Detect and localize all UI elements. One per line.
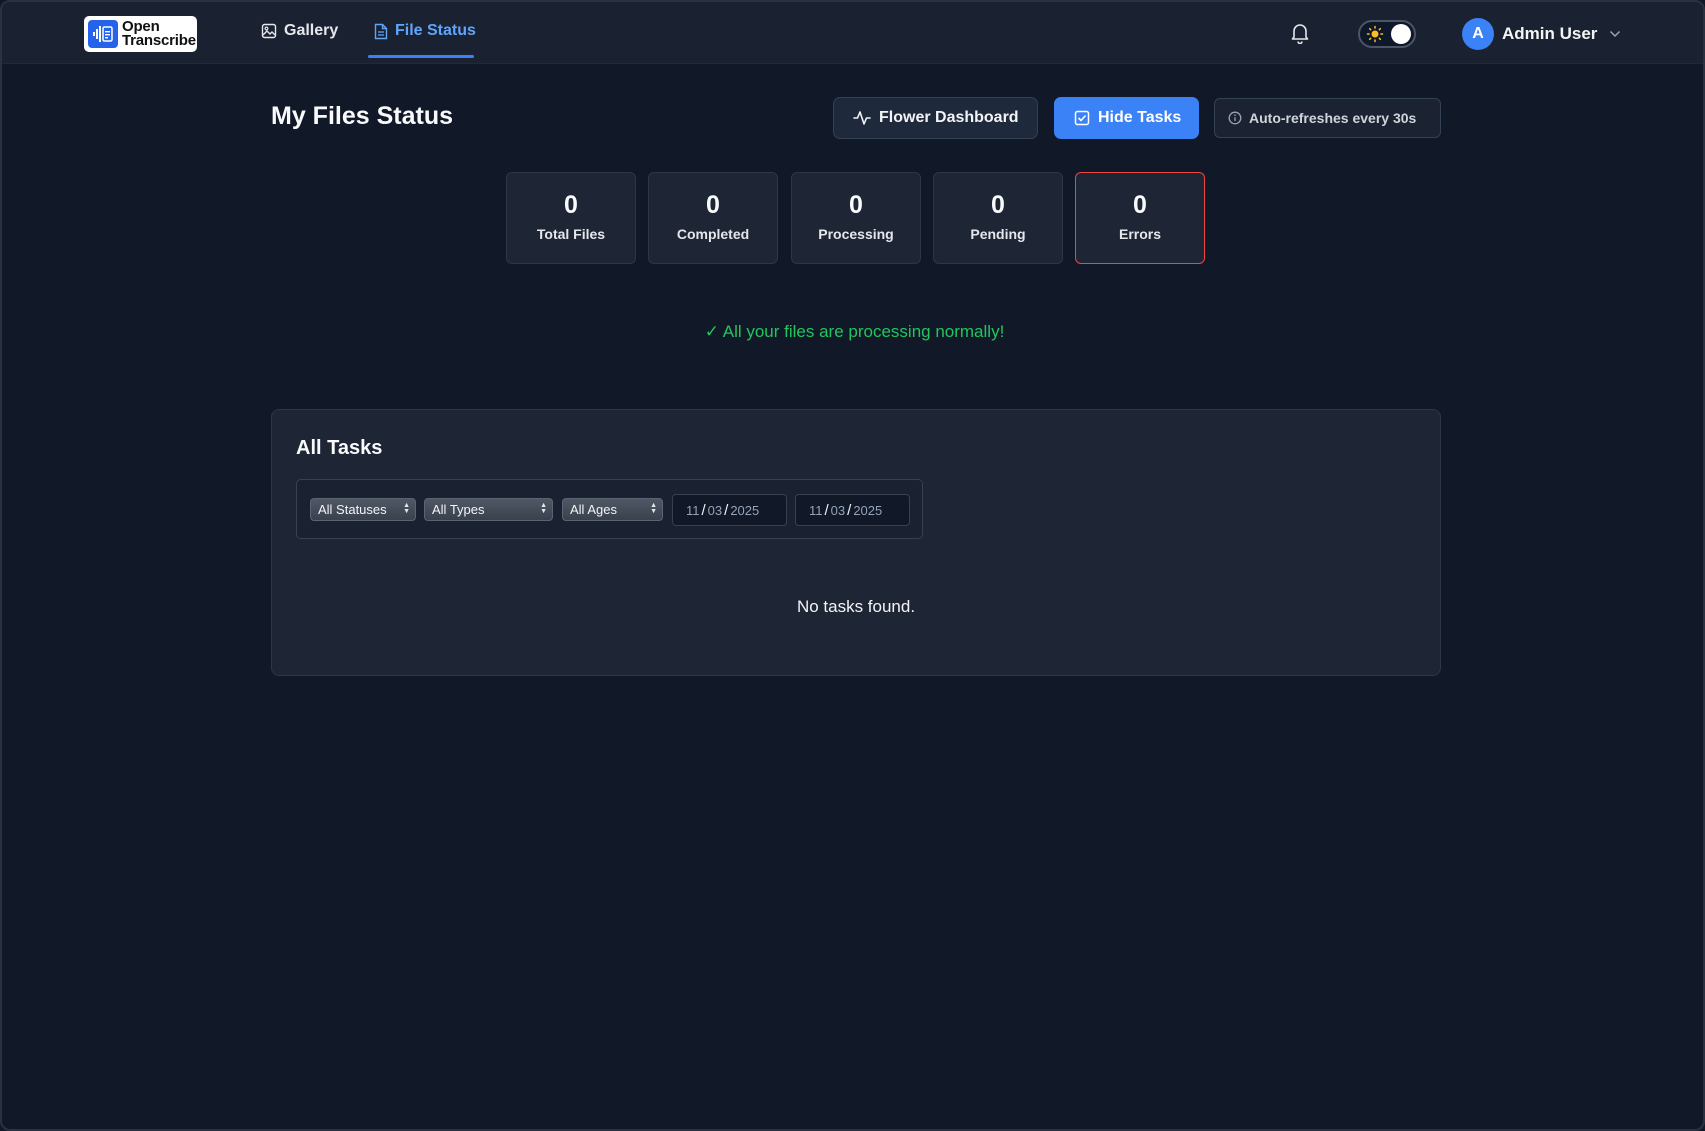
stat-value: 0 [564, 191, 578, 219]
avatar: A [1462, 18, 1494, 50]
app-window: Open Transcribe Gallery File Status A Ad… [0, 0, 1705, 1131]
page-title: My Files Status [271, 102, 453, 130]
info-icon [1228, 111, 1242, 125]
checkbox-icon [1074, 110, 1090, 126]
date-to-day: 03 [830, 502, 846, 518]
type-filter-select[interactable]: All Types ▲ ▼ [424, 498, 553, 521]
hide-tasks-button[interactable]: Hide Tasks [1054, 97, 1199, 139]
select-arrows-icon: ▲ ▼ [540, 502, 547, 515]
date-from-month: 11 [686, 502, 700, 518]
stat-label: Total Files [536, 226, 606, 242]
stat-value: 0 [706, 191, 720, 219]
select-arrows-icon: ▲ ▼ [403, 502, 410, 515]
tasks-panel: All Tasks All Statuses ▲ ▼ All Types ▲ ▼ A… [271, 409, 1441, 676]
stat-value: 0 [849, 191, 863, 219]
flower-dashboard-label: Flower Dashboard [879, 109, 1019, 126]
date-from-year: 2025 [730, 502, 760, 518]
tasks-title: All Tasks [296, 437, 383, 459]
flower-dashboard-button[interactable]: Flower Dashboard [833, 97, 1038, 139]
stat-label: Errors [1118, 226, 1162, 242]
empty-state-message: No tasks found. [796, 597, 916, 616]
top-navigation-bar: Open Transcribe Gallery File Status A Ad… [2, 2, 1703, 64]
stat-label: Completed [676, 226, 750, 242]
type-filter-value: All Types [432, 502, 485, 517]
status-filter-value: All Statuses [318, 502, 387, 517]
app-logo[interactable]: Open Transcribe [84, 16, 197, 52]
stat-card-pending: 0 Pending [933, 172, 1063, 264]
status-message: ✓ All your files are processing normally… [704, 322, 1005, 341]
toggle-knob [1391, 24, 1411, 44]
date-from-input[interactable]: 11/03/2025 [672, 494, 787, 526]
hide-tasks-label: Hide Tasks [1098, 109, 1182, 126]
stat-value: 0 [1133, 191, 1147, 219]
notifications-bell-icon[interactable] [1290, 22, 1310, 49]
stat-card-completed: 0 Completed [648, 172, 778, 264]
stat-value: 0 [991, 191, 1005, 219]
stat-label: Pending [970, 226, 1026, 242]
document-icon [374, 23, 388, 39]
auto-refresh-indicator: Auto-refreshes every 30s [1214, 98, 1441, 138]
theme-toggle[interactable] [1358, 20, 1416, 48]
status-filter-select[interactable]: All Statuses ▲ ▼ [310, 498, 416, 521]
stat-card-errors: 0 Errors [1075, 172, 1205, 264]
select-arrows-icon: ▲ ▼ [650, 502, 657, 515]
logo-text: Open Transcribe [122, 19, 196, 49]
date-from-day: 03 [707, 502, 723, 518]
chevron-down-icon [1610, 30, 1621, 38]
logo-line-2: Transcribe [122, 32, 196, 49]
date-to-year: 2025 [853, 502, 883, 518]
stat-label: Processing [818, 226, 894, 242]
nav-file-status-label: File Status [395, 22, 476, 39]
date-to-input[interactable]: 11/03/2025 [795, 494, 910, 526]
nav-file-status[interactable]: File Status [374, 2, 476, 60]
age-filter-select[interactable]: All Ages ▲ ▼ [562, 498, 663, 521]
date-to-month: 11 [809, 502, 823, 518]
task-filters: All Statuses ▲ ▼ All Types ▲ ▼ All Ages ▲ ▼… [296, 479, 923, 539]
activity-icon [853, 111, 871, 125]
auto-refresh-text: Auto-refreshes every 30s [1249, 110, 1417, 126]
image-icon [261, 23, 277, 39]
stat-card-total-files: 0 Total Files [506, 172, 636, 264]
user-menu[interactable]: A Admin User [1462, 17, 1621, 51]
sun-icon [1366, 25, 1384, 43]
stat-card-processing: 0 Processing [791, 172, 921, 264]
user-name: Admin User [1502, 24, 1598, 43]
nav-gallery-label: Gallery [284, 22, 339, 39]
waveform-logo-icon [88, 20, 118, 48]
age-filter-value: All Ages [570, 502, 617, 517]
active-tab-indicator [368, 55, 474, 58]
nav-gallery[interactable]: Gallery [261, 2, 338, 60]
